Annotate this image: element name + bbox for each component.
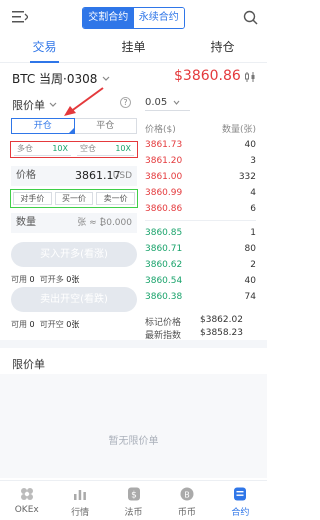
best-ask-price-button[interactable]: 卖一价 (96, 192, 136, 205)
menu-icon[interactable] (12, 10, 28, 24)
contract-icon (234, 487, 247, 501)
bottom-navigation: OKEx 行情 $ 法币 B 币币 合约 (0, 480, 267, 520)
nav-fiat-label: 法币 (124, 508, 143, 518)
long-leverage-value: 10X (52, 144, 68, 153)
price-label: 价格 (16, 170, 36, 181)
index-price-value: $3858.23 (200, 328, 243, 338)
bid-row[interactable]: 3860.71 80 (145, 244, 256, 256)
short-leverage-selector[interactable]: 空仓 10X (77, 143, 134, 156)
svg-text:B: B (184, 491, 190, 500)
nav-fiat[interactable]: $ 法币 (107, 481, 160, 520)
nav-market[interactable]: 行情 (53, 481, 106, 520)
last-price: $3860.86 (174, 68, 241, 84)
search-icon[interactable] (243, 10, 258, 25)
chevron-down-icon (102, 76, 110, 81)
available-long-info: 可用 0 可开多 0张 (11, 275, 80, 284)
amount-column-header: 数量(张) (221, 125, 256, 135)
quantity-unit: 张 ≈ ₿0.000 (77, 218, 132, 228)
bid-row[interactable]: 3860.38 74 (145, 292, 256, 304)
mark-price-value: $3862.02 (200, 315, 243, 325)
price-unit: USD (112, 171, 132, 181)
ask-row[interactable]: 3861.00 332 (145, 172, 256, 184)
short-leverage-label: 空仓 (80, 144, 96, 153)
limit-orders-empty-area (0, 374, 267, 478)
okex-logo-icon (20, 488, 33, 500)
section-separator (0, 340, 267, 348)
counterparty-price-button[interactable]: 对手价 (13, 192, 52, 205)
nav-coin-label: 币币 (177, 508, 196, 518)
quantity-input[interactable]: 数量 张 ≈ ₿0.000 (11, 213, 137, 233)
bid-row[interactable]: 3860.54 40 (145, 276, 256, 288)
nav-contract[interactable]: 合约 (214, 481, 267, 520)
quick-price-buttons: 对手价 买一价 卖一价 (13, 192, 136, 205)
ask-row[interactable]: 3860.86 6 (145, 204, 256, 216)
order-book-divider (145, 220, 256, 221)
open-short-button[interactable]: 卖出开空(看跌) (11, 287, 137, 312)
open-close-toggle: 开仓 平仓 (11, 118, 137, 134)
svg-text:$: $ (131, 491, 137, 501)
open-position-tab[interactable]: 开仓 (11, 118, 75, 134)
nav-coin[interactable]: B 币币 (160, 481, 213, 520)
available-short-info: 可用 0 可开空 0张 (11, 320, 80, 329)
help-icon[interactable]: ? (120, 97, 131, 108)
chevron-down-icon (173, 100, 180, 105)
segment-perpetual-contract[interactable]: 永续合约 (133, 8, 184, 28)
bid-row[interactable]: 3860.85 1 (145, 228, 256, 240)
tab-open-orders[interactable]: 挂单 (89, 36, 178, 62)
long-leverage-selector[interactable]: 多仓 10X (14, 143, 71, 156)
best-bid-price-button[interactable]: 买一价 (54, 192, 94, 205)
short-leverage-value: 10X (115, 144, 131, 153)
instrument-selector[interactable]: BTC 当周·0308 (12, 70, 110, 87)
depth-selector[interactable]: 0.05 (145, 97, 190, 111)
top-bar: 交割合约 永续合约 (0, 0, 267, 36)
quantity-label: 数量 (16, 217, 36, 228)
ask-row[interactable]: 3860.99 4 (145, 188, 256, 200)
long-leverage-label: 多仓 (17, 144, 33, 153)
tab-positions[interactable]: 持仓 (178, 36, 267, 62)
mark-price-row: 标记价格 $3862.02 (145, 315, 256, 328)
close-position-tab[interactable]: 平仓 (74, 118, 137, 134)
ask-row[interactable]: 3861.73 40 (145, 140, 256, 152)
mark-price-label: 标记价格 (145, 318, 182, 328)
instrument-name: BTC 当周·0308 (12, 72, 98, 86)
bid-row[interactable]: 3860.62 2 (145, 260, 256, 272)
order-type-label: 限价单 (12, 99, 45, 112)
price-column-header: 价格($) (145, 125, 176, 135)
empty-state-text: 暂无限价单 (108, 436, 159, 447)
depth-value: 0.05 (145, 97, 168, 108)
segment-delivery-contract[interactable]: 交割合约 (83, 8, 134, 28)
tab-trade[interactable]: 交易 (0, 36, 89, 63)
open-long-button[interactable]: 买入开多(看涨) (11, 242, 137, 267)
order-type-selector[interactable]: 限价单 (12, 97, 57, 113)
ask-row[interactable]: 3861.20 3 (145, 156, 256, 168)
contract-type-switch: 交割合约 永续合约 (82, 7, 185, 29)
nav-contract-label: 合约 (231, 508, 250, 518)
nav-okex[interactable]: OKEx (0, 481, 53, 520)
annotation-arrow-icon (64, 87, 104, 116)
price-input[interactable]: 价格 3861.17 USD (11, 166, 137, 186)
order-book-header: 价格($) 数量(张) (145, 122, 256, 135)
nav-market-label: 行情 (71, 508, 90, 518)
main-tabs: 交易 挂单 持仓 (0, 36, 267, 63)
coin-icon: B (180, 487, 194, 501)
candlestick-chart-icon[interactable] (244, 71, 256, 83)
nav-okex-label: OKEx (14, 505, 39, 515)
market-chart-icon (74, 490, 87, 500)
fiat-icon: $ (127, 487, 140, 501)
chevron-down-icon (49, 102, 57, 107)
limit-orders-title: 限价单 (12, 358, 45, 371)
